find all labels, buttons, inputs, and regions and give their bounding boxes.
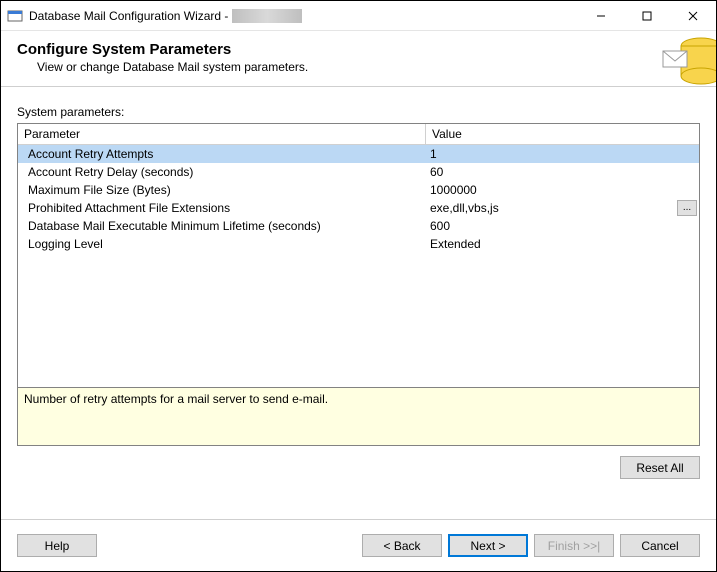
table-row[interactable]: Prohibited Attachment File Extensionsexe…: [18, 199, 699, 217]
browse-button[interactable]: ...: [677, 200, 697, 216]
minimize-button[interactable]: [578, 1, 624, 31]
header-graphic: [661, 31, 716, 86]
parameter-cell: Logging Level: [18, 237, 426, 251]
cancel-button[interactable]: Cancel: [620, 534, 700, 557]
parameters-grid[interactable]: Parameter Value Account Retry Attempts1A…: [17, 123, 700, 388]
table-row[interactable]: Logging Level Extended: [18, 235, 699, 253]
finish-button: Finish >>|: [534, 534, 614, 557]
system-parameters-label: System parameters:: [17, 105, 700, 119]
maximize-button[interactable]: [624, 1, 670, 31]
app-icon: [7, 8, 23, 24]
titlebar: Database Mail Configuration Wizard -: [1, 1, 716, 31]
content-area: System parameters: Parameter Value Accou…: [1, 87, 716, 519]
value-cell[interactable]: 600: [426, 219, 699, 233]
grid-body: Account Retry Attempts 1 Account Retry Del…: [18, 145, 699, 387]
table-row[interactable]: Database Mail Executable Minimum Lifetim…: [18, 217, 699, 235]
back-button[interactable]: < Back: [362, 534, 442, 557]
value-cell[interactable]: exe,dll,vbs,js...: [426, 200, 699, 216]
value-text: 600: [430, 219, 450, 233]
page-title: Configure System Parameters: [17, 41, 700, 58]
value-text: 60: [430, 165, 443, 179]
window-title: Database Mail Configuration Wizard -: [29, 9, 228, 23]
reset-all-button[interactable]: Reset All: [620, 456, 700, 479]
close-button[interactable]: [670, 1, 716, 31]
grid-header: Parameter Value: [18, 124, 699, 145]
table-row[interactable]: Maximum File Size (Bytes) 1000000: [18, 181, 699, 199]
value-text: 1: [430, 147, 437, 161]
value-text: 1000000: [430, 183, 477, 197]
value-cell[interactable]: 1000000: [426, 183, 699, 197]
value-cell[interactable]: Extended: [426, 237, 699, 251]
next-button[interactable]: Next >: [448, 534, 528, 557]
column-header-parameter[interactable]: Parameter: [18, 124, 426, 144]
parameter-cell: Database Mail Executable Minimum Lifetim…: [18, 219, 426, 233]
parameter-description: Number of retry attempts for a mail serv…: [17, 388, 700, 446]
value-cell[interactable]: 1: [426, 147, 699, 161]
value-cell[interactable]: 60: [426, 165, 699, 179]
value-text: Extended: [430, 237, 481, 251]
wizard-header: Configure System Parameters View or chan…: [1, 31, 716, 87]
wizard-footer: Help < Back Next > Finish >>| Cancel: [1, 520, 716, 571]
value-text: exe,dll,vbs,js: [430, 201, 499, 215]
redacted-hostname: [232, 9, 302, 23]
parameter-cell: Maximum File Size (Bytes): [18, 183, 426, 197]
wizard-window: Database Mail Configuration Wizard - Con…: [0, 0, 717, 572]
column-header-value[interactable]: Value: [426, 124, 699, 144]
table-row[interactable]: Account Retry Attempts 1: [18, 145, 699, 163]
table-row[interactable]: Account Retry Delay (seconds) 60: [18, 163, 699, 181]
parameter-cell: Account Retry Attempts: [18, 147, 426, 161]
help-button[interactable]: Help: [17, 534, 97, 557]
page-subtitle: View or change Database Mail system para…: [37, 60, 700, 74]
parameter-cell: Account Retry Delay (seconds): [18, 165, 426, 179]
parameter-cell: Prohibited Attachment File Extensions: [18, 201, 426, 215]
